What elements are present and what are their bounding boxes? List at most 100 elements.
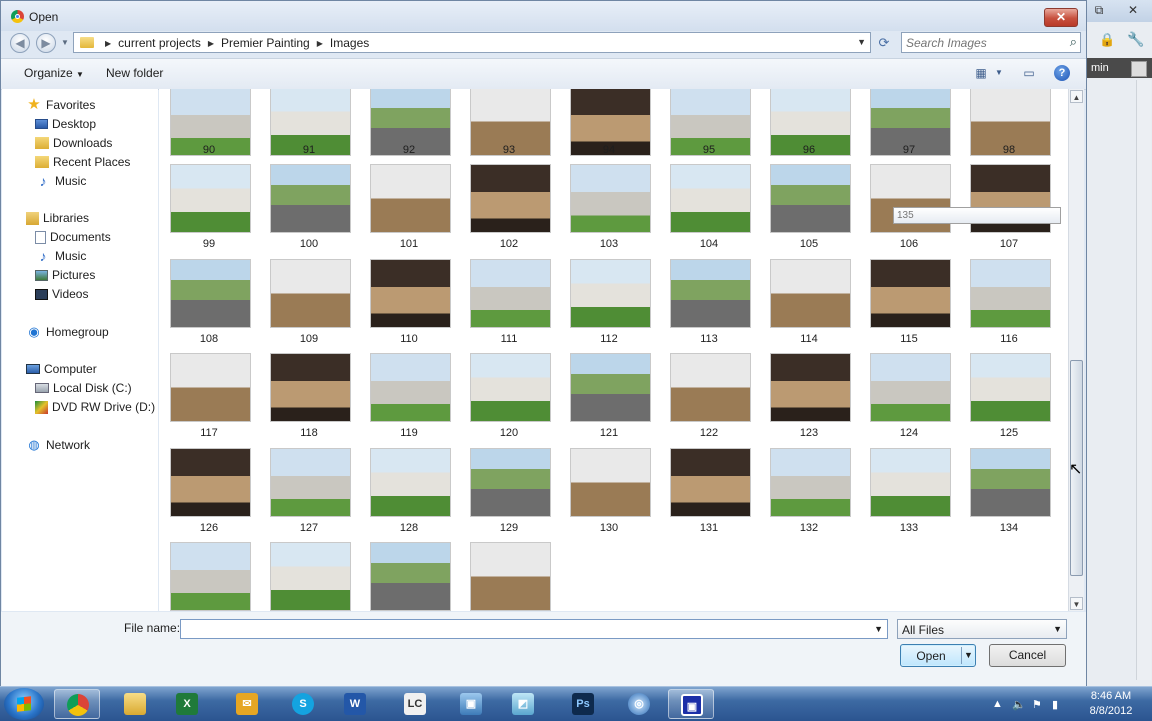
navigation-pane: ★ Favorites Desktop Downloads Recent Plac… bbox=[2, 89, 158, 611]
nav-downloads[interactable]: Downloads bbox=[35, 134, 112, 152]
mouse-cursor-icon: ↖ bbox=[1069, 461, 1083, 478]
file-name-caption: 108 bbox=[199, 333, 219, 345]
libraries-icon bbox=[26, 211, 39, 225]
clock-date: 8/8/2012 bbox=[1089, 705, 1133, 717]
nav-network[interactable]: ◍ Network bbox=[26, 436, 90, 454]
nav-documents[interactable]: Documents bbox=[35, 228, 111, 246]
file-name-caption: 91 bbox=[302, 144, 316, 156]
thumbnail-image bbox=[870, 259, 951, 328]
organize-button[interactable]: Organize ▼ bbox=[24, 66, 84, 80]
lock-icon[interactable]: 🔒 bbox=[1099, 32, 1115, 48]
dialog-app-icon: ▣ bbox=[681, 694, 703, 716]
cancel-button[interactable]: Cancel bbox=[989, 644, 1066, 667]
open-file-dialog: Open ✕ ◀ ▶ ▼ ▶ current projects ▶ Premie… bbox=[0, 0, 1087, 686]
pictures-icon bbox=[35, 269, 48, 281]
nav-label: Libraries bbox=[43, 211, 90, 225]
file-type-value: All Files bbox=[902, 623, 945, 637]
breadcrumb-premier-painting[interactable]: Premier Painting bbox=[221, 36, 310, 50]
recent-locations-dropdown-icon[interactable]: ▼ bbox=[61, 38, 69, 47]
open-options-dropdown-icon[interactable]: ▼ bbox=[964, 650, 973, 660]
forward-button[interactable]: ▶ bbox=[36, 33, 56, 53]
restore-icon[interactable]: ⧉ bbox=[1089, 2, 1109, 18]
nav-favorites[interactable]: ★ Favorites bbox=[26, 96, 95, 114]
documents-icon bbox=[35, 230, 46, 244]
change-view-icon[interactable]: ▦ bbox=[973, 65, 989, 81]
taskbar-app-lc[interactable]: LC bbox=[392, 689, 438, 719]
breadcrumb-separator-icon[interactable]: ▶ bbox=[105, 39, 111, 48]
nav-label: Music bbox=[55, 249, 87, 263]
address-dropdown-icon[interactable]: ▼ bbox=[857, 37, 866, 47]
start-button[interactable] bbox=[4, 688, 44, 720]
taskbar-outlook[interactable]: ✉ bbox=[224, 689, 270, 719]
taskbar-photoshop[interactable]: Ps bbox=[560, 689, 606, 719]
file-name-caption: 92 bbox=[402, 144, 416, 156]
nav-dvd-drive[interactable]: DVD RW Drive (D:) R bbox=[35, 398, 158, 416]
nav-videos[interactable]: Videos bbox=[35, 285, 88, 303]
file-type-select[interactable]: All Files ▼ bbox=[897, 619, 1067, 639]
preview-pane-icon[interactable]: ▭ bbox=[1021, 65, 1037, 81]
taskbar-explorer[interactable] bbox=[112, 689, 158, 719]
file-name-caption: 107 bbox=[999, 238, 1019, 250]
taskbar-app-active[interactable]: ▣ bbox=[668, 689, 714, 719]
show-hidden-icons-icon[interactable]: ▲ bbox=[992, 698, 1003, 710]
music-note-icon: ♪ bbox=[39, 173, 47, 189]
close-icon[interactable]: ✕ bbox=[1123, 2, 1143, 18]
breadcrumb-separator-icon[interactable]: ▶ bbox=[317, 39, 323, 48]
file-name-dropdown-icon[interactable]: ▼ bbox=[874, 624, 883, 634]
taskbar-excel[interactable]: X bbox=[164, 689, 210, 719]
file-name-combobox[interactable]: ▼ bbox=[180, 619, 888, 639]
folder-icon bbox=[80, 37, 94, 48]
open-button[interactable]: Open ▼ bbox=[900, 644, 976, 667]
network-status-icon[interactable]: ▮ bbox=[1052, 698, 1058, 711]
file-name-caption: 106 bbox=[899, 238, 919, 250]
taskbar: X ✉ S W LC ▣ ◩ Ps ◎ ▣ ▲ 🔈 ⚑ ▮ 8:46 AM 8/… bbox=[0, 686, 1152, 721]
search-icon[interactable]: ⌕ bbox=[1070, 34, 1077, 50]
taskbar-skype[interactable]: S bbox=[280, 689, 326, 719]
taskbar-word[interactable]: W bbox=[332, 689, 378, 719]
action-center-icon[interactable]: ⚑ bbox=[1032, 698, 1042, 711]
refresh-icon[interactable]: ⟳ bbox=[875, 34, 893, 52]
computer-icon bbox=[26, 364, 40, 374]
back-button[interactable]: ◀ bbox=[10, 33, 30, 53]
taskbar-picture-viewer[interactable]: ▣ bbox=[448, 689, 494, 719]
nav-local-disk[interactable]: Local Disk (C:) bbox=[35, 379, 132, 397]
new-folder-button[interactable]: New folder bbox=[106, 66, 163, 80]
nav-homegroup[interactable]: ◉ Homegroup bbox=[26, 323, 108, 341]
wrench-icon[interactable]: 🔧 bbox=[1127, 31, 1144, 48]
file-name-input[interactable] bbox=[183, 621, 863, 637]
nav-music-favorite[interactable]: ♪ Music bbox=[35, 172, 87, 190]
volume-icon[interactable]: 🔈 bbox=[1012, 698, 1026, 711]
nav-desktop[interactable]: Desktop bbox=[35, 115, 96, 133]
thumbnail-image bbox=[570, 448, 651, 517]
thumbnail-image bbox=[370, 448, 451, 517]
view-dropdown-icon[interactable]: ▼ bbox=[991, 65, 1007, 81]
nav-computer[interactable]: Computer bbox=[26, 360, 97, 378]
breadcrumb-separator-icon[interactable]: ▶ bbox=[208, 39, 214, 48]
file-list-scrollbar[interactable]: ▲ ▼ bbox=[1068, 89, 1084, 611]
scroll-up-icon[interactable]: ▲ bbox=[1070, 90, 1083, 103]
nav-music-library[interactable]: ♪ Music bbox=[35, 247, 87, 265]
nav-recent-places[interactable]: Recent Places bbox=[35, 153, 130, 171]
scroll-down-icon[interactable]: ▼ bbox=[1070, 597, 1083, 610]
user-label: min bbox=[1091, 62, 1109, 74]
breadcrumb-images[interactable]: Images bbox=[330, 36, 369, 50]
search-input[interactable] bbox=[906, 34, 1056, 51]
close-button[interactable]: ✕ bbox=[1044, 8, 1078, 27]
nav-libraries[interactable]: Libraries bbox=[26, 209, 89, 227]
thumbnail-image bbox=[270, 164, 351, 233]
user-menu[interactable]: min bbox=[1087, 58, 1152, 78]
search-box[interactable]: ⌕ bbox=[901, 32, 1081, 53]
taskbar-app-globe[interactable]: ◎ bbox=[616, 689, 662, 719]
taskbar-clock[interactable]: 8:46 AM 8/8/2012 bbox=[1083, 689, 1139, 719]
forward-arrow-icon: ▶ bbox=[41, 36, 51, 50]
background-scrollbar[interactable] bbox=[1136, 80, 1151, 680]
breadcrumb-current-projects[interactable]: current projects bbox=[118, 36, 201, 50]
nav-pictures[interactable]: Pictures bbox=[35, 266, 95, 284]
taskbar-chrome[interactable] bbox=[54, 689, 100, 719]
help-icon[interactable]: ? bbox=[1054, 65, 1070, 81]
taskbar-app-generic[interactable]: ◩ bbox=[500, 689, 546, 719]
command-toolbar: Organize ▼ New folder ▦ ▼ ▭ ? bbox=[1, 58, 1086, 90]
address-bar[interactable]: ▶ current projects ▶ Premier Painting ▶ … bbox=[73, 32, 871, 53]
file-name-label: File name: bbox=[124, 621, 181, 635]
desktop-icon bbox=[35, 119, 48, 129]
